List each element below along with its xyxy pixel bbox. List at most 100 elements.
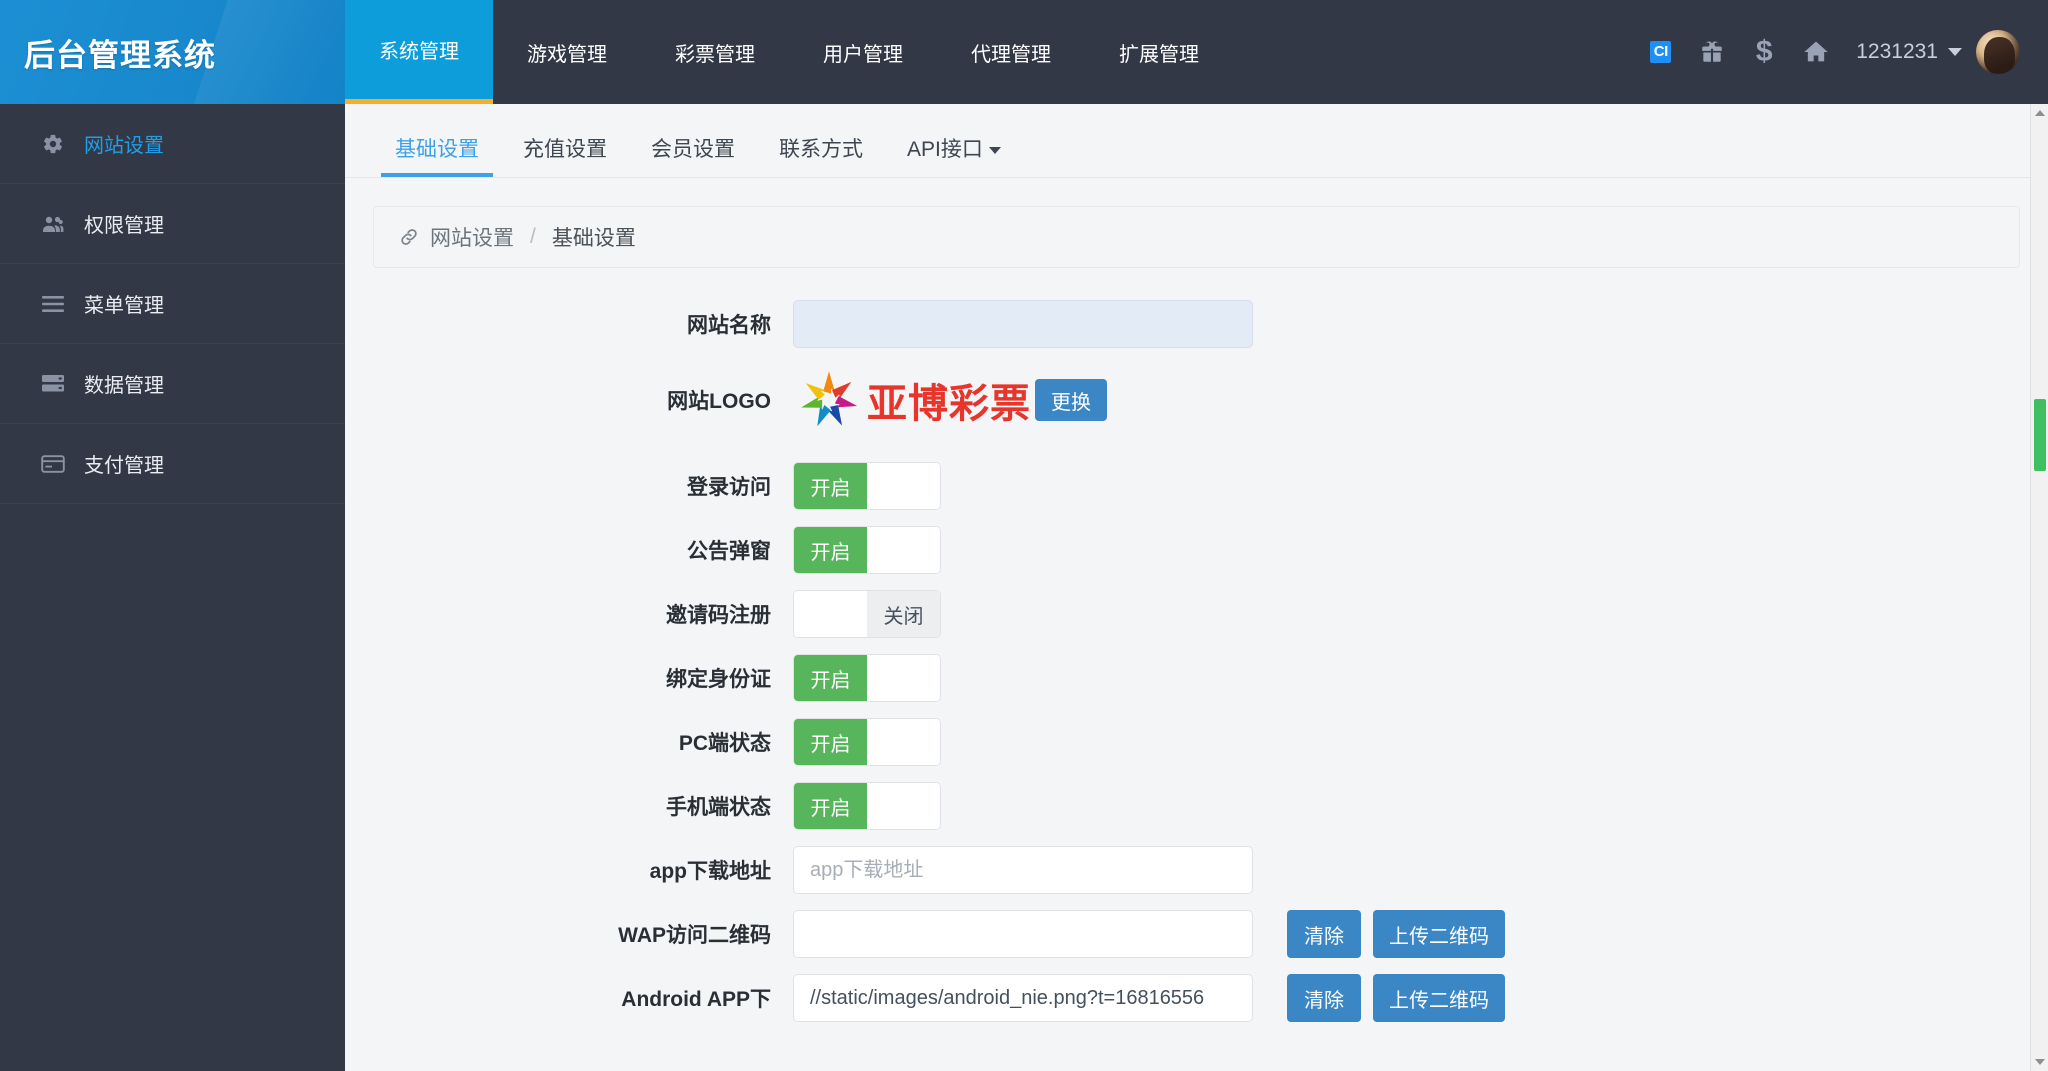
tab-label: API接口 [907, 138, 983, 161]
chevron-down-icon[interactable] [1948, 48, 1962, 56]
form-label: WAP访问二维码 [618, 924, 771, 947]
nav-item-label: 彩票管理 [675, 43, 755, 66]
tab-label: 联系方式 [779, 138, 863, 161]
invite-code-register-toggle[interactable]: 开启 关闭 [793, 590, 941, 638]
nav-item-label: 代理管理 [971, 43, 1051, 66]
form-row-site-name: 网站名称 [373, 300, 2020, 348]
pc-status-toggle[interactable]: 开启 关闭 [793, 718, 941, 766]
form-control: 开启 关闭 [793, 718, 941, 766]
form-label: 手机端状态 [666, 796, 771, 819]
toggle-on-label: 开启 [794, 655, 867, 701]
bind-id-card-toggle[interactable]: 开启 关闭 [793, 654, 941, 702]
tab-label: 会员设置 [651, 138, 735, 161]
form-row-android-app-download: Android APP下 清除 上传二维码 [373, 974, 2020, 1022]
form-label: 公告弹窗 [687, 540, 771, 563]
form-label: 绑定身份证 [666, 668, 771, 691]
content-area: 基础设置 充值设置 会员设置 联系方式 API接口 网站设置 / 基础设置 网站… [345, 104, 2048, 1071]
toggle-on-label: 开启 [794, 463, 867, 509]
form-control: 开启 关闭 [793, 590, 941, 638]
toggle-off-label: 关闭 [867, 527, 940, 573]
form-label: PC端状态 [678, 732, 771, 755]
breadcrumb-parent[interactable]: 网站设置 [430, 222, 514, 252]
android-app-buttons: 清除 上传二维码 [1287, 974, 1505, 1022]
scroll-up-arrow-icon[interactable] [2031, 104, 2048, 122]
sidebar-filler [0, 504, 345, 1071]
tab-basic-settings[interactable]: 基础设置 [373, 133, 501, 177]
form-control: 开启 关闭 [793, 526, 941, 574]
form-label: 网站名称 [687, 314, 771, 337]
users-icon [40, 212, 66, 236]
breadcrumb: 网站设置 / 基础设置 [373, 206, 2020, 268]
dollar-icon[interactable]: $ [1738, 26, 1790, 78]
nav-item-user[interactable]: 用户管理 [789, 0, 937, 104]
nav-item-agent[interactable]: 代理管理 [937, 0, 1085, 104]
sidebar-item-menu[interactable]: 菜单管理 [0, 264, 345, 344]
ci-badge-icon[interactable]: CI [1634, 26, 1686, 78]
form-control: 开启 关闭 [793, 654, 941, 702]
site-logo-image [793, 364, 865, 436]
android-app-download-input[interactable] [793, 974, 1253, 1022]
replace-logo-button[interactable]: 更换 [1035, 379, 1107, 421]
nav-item-system[interactable]: 系统管理 [345, 0, 493, 104]
vertical-scrollbar[interactable] [2030, 104, 2048, 1071]
clear-button[interactable]: 清除 [1287, 974, 1361, 1022]
sidebar-item-website-settings[interactable]: 网站设置 [0, 104, 345, 184]
home-icon[interactable] [1790, 26, 1842, 78]
form-control: 清除 上传二维码 [793, 910, 1505, 958]
dollar-glyph: $ [1755, 35, 1773, 68]
avatar[interactable] [1976, 30, 2020, 74]
form-row-invite-code-register: 邀请码注册 开启 关闭 [373, 590, 2020, 638]
toggle-off-label: 关闭 [867, 591, 940, 637]
site-name-input[interactable] [793, 300, 1253, 348]
form-row-app-download-url: app下载地址 [373, 846, 2020, 894]
main-nav: 系统管理 游戏管理 彩票管理 用户管理 代理管理 扩展管理 CI $ 12312… [345, 0, 2048, 104]
wap-qrcode-buttons: 清除 上传二维码 [1287, 910, 1505, 958]
nav-item-label: 扩展管理 [1119, 43, 1199, 66]
upload-qrcode-button[interactable]: 上传二维码 [1373, 974, 1505, 1022]
toggle-off-label: 关闭 [867, 783, 940, 829]
form-label: Android APP下 [621, 988, 771, 1011]
scroll-down-arrow-icon[interactable] [2031, 1053, 2048, 1071]
link-icon [398, 226, 420, 248]
nav-item-extension[interactable]: 扩展管理 [1085, 0, 1233, 104]
breadcrumb-current: 基础设置 [551, 227, 636, 250]
tab-contact-method[interactable]: 联系方式 [757, 133, 885, 177]
settings-panel: 网站设置 / 基础设置 网站名称 网站LOGO 亚博彩票 更换 登录访问 开启 … [345, 178, 2048, 1071]
form-label: 登录访问 [687, 476, 771, 499]
nav-item-lottery[interactable]: 彩票管理 [641, 0, 789, 104]
gift-icon[interactable] [1686, 26, 1738, 78]
top-bar: 后台管理系统 系统管理 游戏管理 彩票管理 用户管理 代理管理 扩展管理 CI … [0, 0, 2048, 104]
tab-api-interface[interactable]: API接口 [885, 133, 1023, 177]
tab-label: 基础设置 [395, 138, 479, 161]
mobile-status-toggle[interactable]: 开启 关闭 [793, 782, 941, 830]
clear-button[interactable]: 清除 [1287, 910, 1361, 958]
form-row-pc-status: PC端状态 开启 关闭 [373, 718, 2020, 766]
ci-badge-label: CI [1649, 41, 1671, 63]
sidebar-item-label: 权限管理 [84, 215, 164, 237]
form-control: 开启 关闭 [793, 462, 941, 510]
upload-qrcode-button[interactable]: 上传二维码 [1373, 910, 1505, 958]
form-control: 开启 关闭 [793, 782, 941, 830]
form-row-mobile-status: 手机端状态 开启 关闭 [373, 782, 2020, 830]
login-access-toggle[interactable]: 开启 关闭 [793, 462, 941, 510]
form-row-site-logo: 网站LOGO 亚博彩票 更换 [373, 364, 2020, 436]
nav-item-label: 系统管理 [379, 41, 459, 63]
sidebar-item-permission[interactable]: 权限管理 [0, 184, 345, 264]
toggle-off-label: 关闭 [867, 463, 940, 509]
username-label[interactable]: 1231231 [1856, 40, 1938, 64]
tab-recharge-settings[interactable]: 充值设置 [501, 133, 629, 177]
tab-member-settings[interactable]: 会员设置 [629, 133, 757, 177]
top-right-tools: CI $ 1231231 [1634, 0, 2048, 104]
sidebar-item-label: 数据管理 [84, 375, 164, 397]
scrollbar-thumb[interactable] [2034, 399, 2046, 471]
toggle-on-label: 开启 [794, 527, 867, 573]
app-download-url-input[interactable] [793, 846, 1253, 894]
sidebar-item-payment[interactable]: 支付管理 [0, 424, 345, 504]
announcement-popup-toggle[interactable]: 开启 关闭 [793, 526, 941, 574]
form-label: 网站LOGO [667, 390, 771, 413]
wap-qrcode-input[interactable] [793, 910, 1253, 958]
nav-item-label: 游戏管理 [527, 43, 607, 66]
nav-item-game[interactable]: 游戏管理 [493, 0, 641, 104]
sidebar-item-data[interactable]: 数据管理 [0, 344, 345, 424]
form-control: 亚博彩票 更换 [793, 364, 1107, 436]
